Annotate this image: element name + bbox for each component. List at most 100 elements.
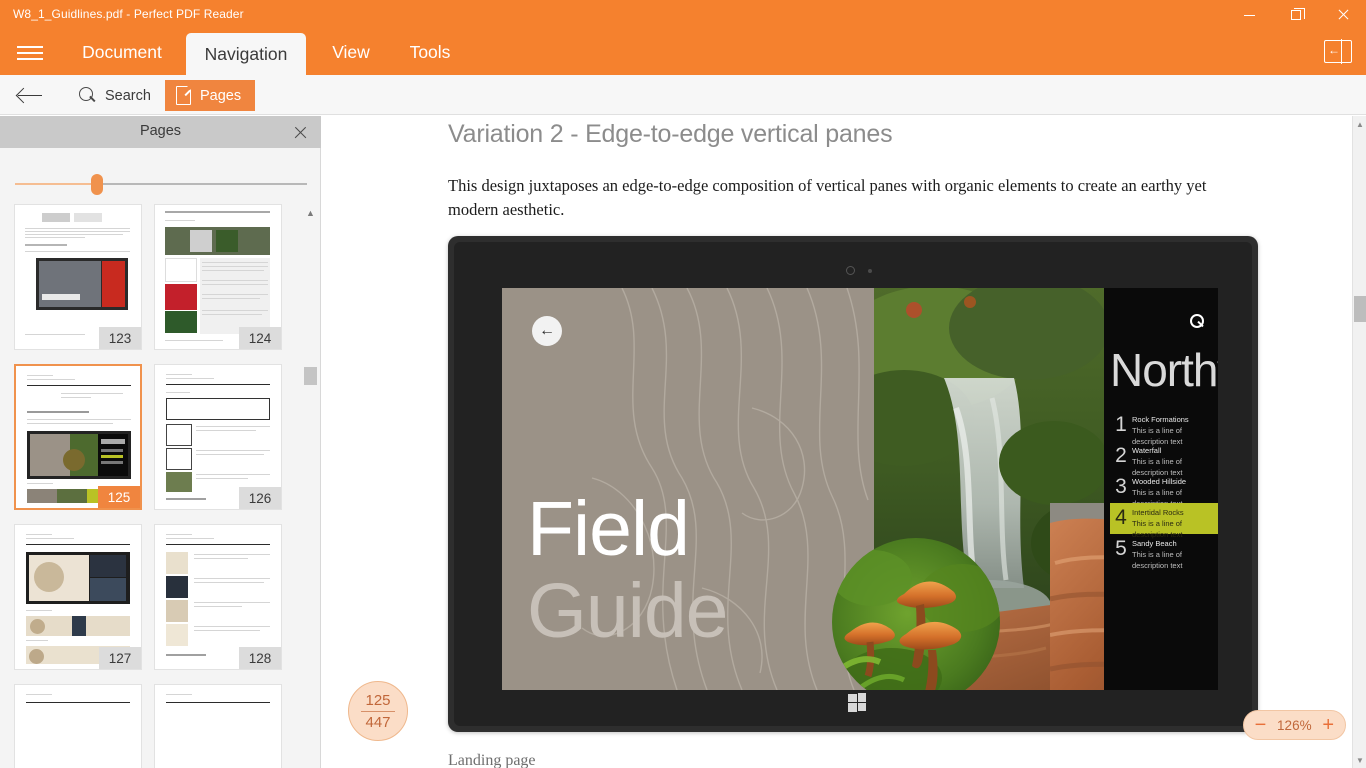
list-item-number: 5 bbox=[1115, 537, 1127, 560]
thumbnail-list[interactable]: 123 124 125 126 127 128 bbox=[0, 204, 300, 768]
scrollbar-thumb[interactable] bbox=[1354, 296, 1366, 322]
thumbnail-preview bbox=[20, 690, 136, 768]
zoom-out-button[interactable]: − bbox=[1251, 715, 1271, 735]
tablet-mockup-image: ← Field Guide North 1 Rock Formations Th… bbox=[448, 236, 1258, 732]
search-label: Search bbox=[105, 87, 151, 104]
current-page-number: 125 bbox=[365, 691, 391, 709]
pane-list-items: 1 Rock Formations This is a line of desc… bbox=[1110, 410, 1218, 570]
thumbnail-row bbox=[0, 684, 300, 768]
zoom-level-value: 126% bbox=[1277, 717, 1312, 733]
back-arrow-icon: ← bbox=[532, 316, 562, 346]
list-item-number: 1 bbox=[1115, 413, 1127, 436]
window-title: W8_1_Guidlines.pdf - Perfect PDF Reader bbox=[13, 7, 244, 21]
thumbnail-page-number: 124 bbox=[239, 327, 281, 349]
close-icon bbox=[1337, 9, 1349, 21]
close-button[interactable] bbox=[1320, 0, 1366, 30]
page-indicator-divider bbox=[361, 710, 395, 712]
thumbnail-page-124[interactable]: 124 bbox=[154, 204, 282, 350]
list-item-number: 4 bbox=[1115, 506, 1127, 529]
list-item[interactable]: 5 Sandy Beach This is a line of descript… bbox=[1110, 534, 1218, 570]
list-item-selected[interactable]: 4 Intertidal Rocks This is a line of des… bbox=[1110, 503, 1218, 539]
slider-thumb[interactable] bbox=[91, 174, 103, 195]
back-button[interactable] bbox=[13, 81, 47, 109]
scroll-down-icon[interactable]: ▼ bbox=[1353, 752, 1366, 768]
ribbon-tab-bar: Document Navigation View Tools bbox=[0, 30, 1366, 75]
tablet-screen: ← Field Guide North 1 Rock Formations Th… bbox=[502, 288, 1218, 690]
pages-panel-header: Pages bbox=[0, 116, 321, 148]
tablet-bezel: ← Field Guide North 1 Rock Formations Th… bbox=[454, 242, 1252, 726]
search-icon[interactable] bbox=[1189, 314, 1204, 329]
thumbnail-row: 127 128 bbox=[0, 524, 300, 670]
list-item-name: Sandy Beach bbox=[1132, 539, 1177, 548]
search-button[interactable]: Search bbox=[67, 80, 163, 111]
pages-panel-scrollbar[interactable]: ▲ ▼ bbox=[302, 204, 319, 768]
pages-panel-close-icon[interactable] bbox=[289, 121, 311, 143]
document-caption: Landing page bbox=[448, 752, 536, 768]
thumbnail-page-123[interactable]: 123 bbox=[14, 204, 142, 350]
pages-label: Pages bbox=[200, 87, 242, 104]
thumbnail-page-next-b[interactable] bbox=[154, 684, 282, 768]
list-item[interactable]: 3 Wooded Hillside This is a line of desc… bbox=[1110, 472, 1218, 508]
thumbnail-preview bbox=[20, 530, 136, 664]
tab-document[interactable]: Document bbox=[67, 30, 177, 75]
list-item-number: 2 bbox=[1115, 444, 1127, 467]
brand-line-1: Field bbox=[527, 486, 690, 572]
tab-tools[interactable]: Tools bbox=[394, 30, 466, 75]
list-item[interactable]: 2 Waterfall This is a line of descriptio… bbox=[1110, 441, 1218, 477]
pages-panel-title: Pages bbox=[139, 123, 182, 139]
camera-icon bbox=[846, 266, 855, 275]
thumbnail-page-number: 127 bbox=[99, 647, 141, 669]
thumbnail-page-number: 123 bbox=[99, 327, 141, 349]
thumbnail-page-next-a[interactable] bbox=[14, 684, 142, 768]
list-item-name: Intertidal Rocks bbox=[1132, 508, 1184, 517]
document-heading: Variation 2 - Edge-to-edge vertical pane… bbox=[448, 120, 893, 148]
zoom-control[interactable]: − 126% + bbox=[1242, 710, 1346, 740]
zoom-in-button[interactable]: + bbox=[1318, 715, 1338, 735]
sensor-icon bbox=[868, 269, 872, 273]
list-item-name: Rock Formations bbox=[1132, 415, 1189, 424]
list-item[interactable]: 1 Rock Formations This is a line of desc… bbox=[1110, 410, 1218, 446]
thumbnail-page-125[interactable]: 125 bbox=[14, 364, 142, 510]
thumbnail-preview bbox=[160, 210, 276, 344]
thumbnail-preview bbox=[160, 370, 276, 504]
thumbnail-page-128[interactable]: 128 bbox=[154, 524, 282, 670]
document-view[interactable]: Variation 2 - Edge-to-edge vertical pane… bbox=[322, 116, 1352, 768]
title-bar: W8_1_Guidlines.pdf - Perfect PDF Reader bbox=[0, 0, 1366, 30]
scrollbar-thumb[interactable] bbox=[304, 367, 317, 385]
thumbnail-page-127[interactable]: 127 bbox=[14, 524, 142, 670]
thumbnail-preview bbox=[20, 210, 136, 344]
thumbnail-page-126[interactable]: 126 bbox=[154, 364, 282, 510]
document-paragraph: This design juxtaposes an edge-to-edge c… bbox=[448, 176, 1207, 219]
pages-button[interactable]: Pages bbox=[165, 80, 256, 111]
thumbnail-page-number: 125 bbox=[98, 486, 140, 508]
document-scrollbar[interactable]: ▲ ▼ bbox=[1352, 116, 1366, 768]
minimize-button[interactable] bbox=[1226, 0, 1272, 30]
search-icon bbox=[79, 87, 96, 104]
list-item-name: Wooded Hillside bbox=[1132, 477, 1187, 486]
scroll-up-icon[interactable]: ▲ bbox=[1353, 116, 1366, 132]
list-item-name: Waterfall bbox=[1132, 446, 1162, 455]
document-icon bbox=[176, 85, 192, 105]
thumbnail-preview bbox=[21, 371, 135, 503]
thumbnail-page-number: 126 bbox=[239, 487, 281, 509]
page-indicator: 125 447 bbox=[348, 681, 408, 741]
restore-icon bbox=[1291, 8, 1305, 20]
pane-list: Northwe 1 Rock Formations This is a line… bbox=[1104, 288, 1218, 690]
brand-line-2: Guide bbox=[527, 568, 728, 654]
list-item-number: 3 bbox=[1115, 475, 1127, 498]
maximize-button[interactable] bbox=[1273, 0, 1319, 30]
scroll-up-icon[interactable]: ▲ bbox=[302, 204, 319, 221]
thumbnail-page-number: 128 bbox=[239, 647, 281, 669]
total-page-count: 447 bbox=[365, 713, 391, 731]
tab-navigation[interactable]: Navigation bbox=[186, 33, 306, 75]
slider-track-filled bbox=[15, 183, 97, 185]
thumbnail-size-slider[interactable] bbox=[15, 174, 307, 195]
hamburger-menu-icon[interactable] bbox=[17, 43, 45, 63]
slider-track-empty bbox=[97, 183, 307, 185]
tab-view[interactable]: View bbox=[318, 30, 384, 75]
thumbnail-preview bbox=[160, 690, 276, 768]
pane-list-title: Northwe bbox=[1110, 344, 1218, 396]
thumbnail-row: 123 124 bbox=[0, 204, 300, 350]
panel-toggle-icon[interactable] bbox=[1324, 39, 1352, 64]
application-window: W8_1_Guidlines.pdf - Perfect PDF Reader … bbox=[0, 0, 1366, 768]
